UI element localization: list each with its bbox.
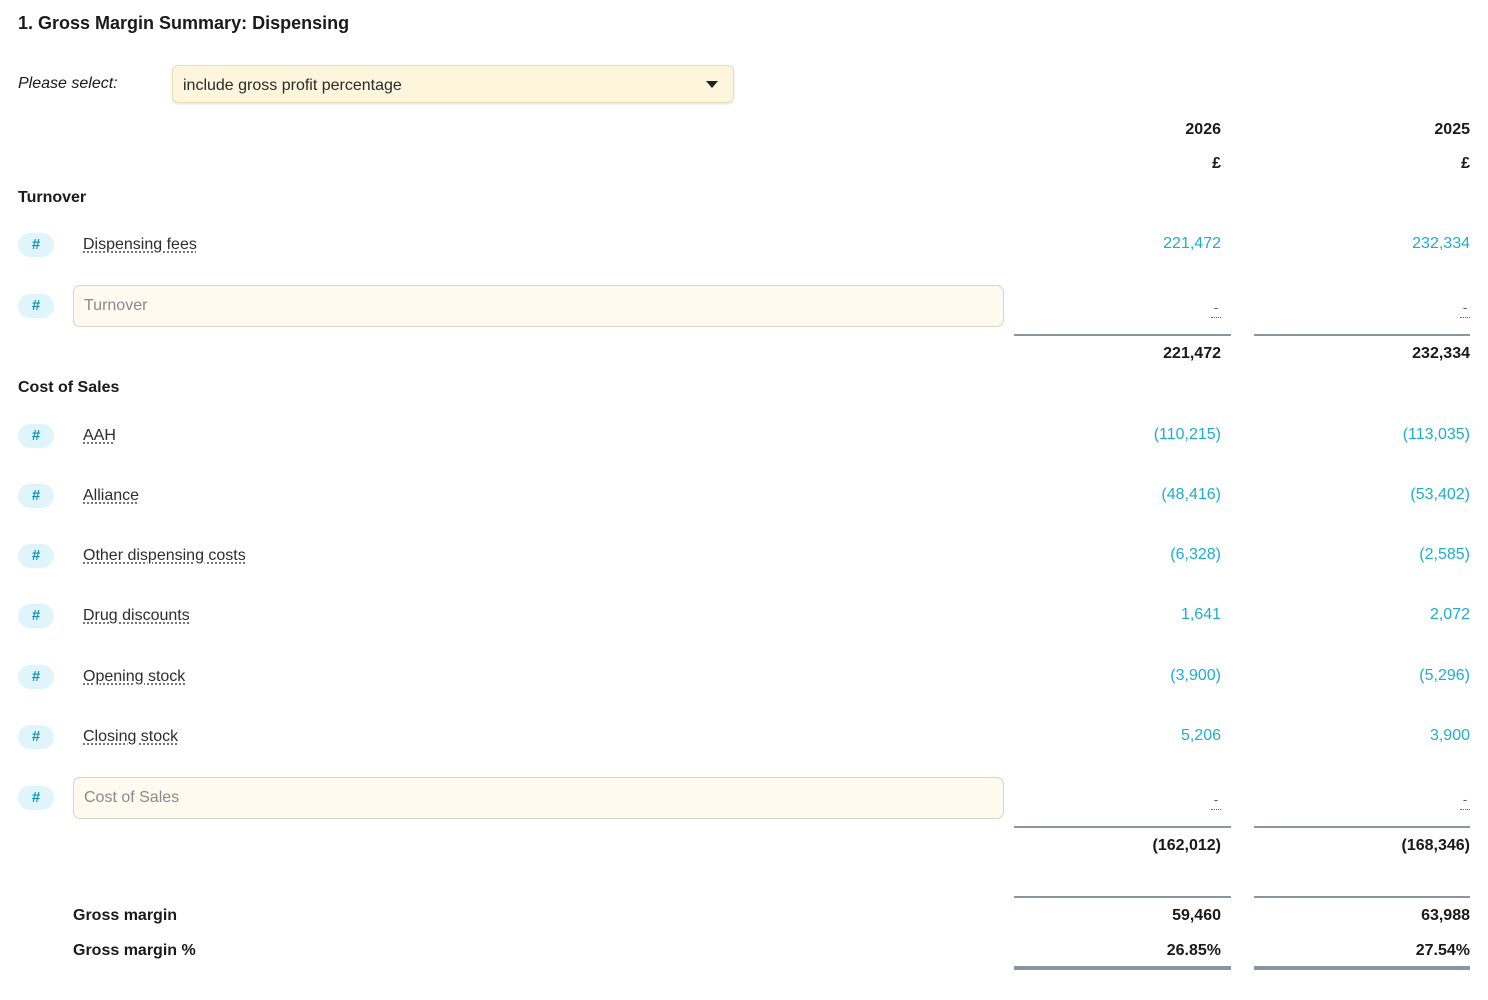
column-year-2026: 2026: [1185, 121, 1221, 138]
cost-of-sales-total-2025: (168,346): [1401, 837, 1471, 854]
cost-of-sales-note-input[interactable]: [73, 777, 1004, 819]
column-year-2025: 2025: [1434, 121, 1470, 138]
blank-value-2026[interactable]: -: [1081, 299, 1221, 318]
value-2026[interactable]: 221,472: [1081, 233, 1221, 255]
value-2026[interactable]: (110,215): [1081, 424, 1221, 446]
subtotal-rule: [1014, 334, 1231, 336]
row-label-dispensing-fees[interactable]: Dispensing fees: [83, 234, 197, 256]
turnover-note-field[interactable]: [74, 286, 1003, 326]
display-option-select[interactable]: include gross profit percentage: [172, 65, 734, 103]
value-2026[interactable]: 5,206: [1081, 725, 1221, 747]
hash-icon[interactable]: #: [18, 544, 54, 568]
value-2026[interactable]: (3,900): [1081, 665, 1221, 687]
column-unit-2025: £: [1461, 155, 1470, 172]
section-heading-turnover: Turnover: [18, 189, 87, 206]
gross-margin-percent-2025: 27.54%: [1415, 942, 1470, 959]
value-2025[interactable]: (5,296): [1330, 665, 1470, 687]
subtotal-rule: [1254, 334, 1470, 336]
hash-icon[interactable]: #: [18, 233, 54, 257]
blank-value-2025[interactable]: -: [1330, 791, 1470, 810]
select-value: include gross profit percentage: [183, 77, 402, 94]
value-2026[interactable]: 1,641: [1081, 604, 1221, 626]
section-heading-cost-of-sales: Cost of Sales: [18, 379, 120, 396]
hash-icon[interactable]: #: [18, 294, 54, 318]
row-label-opening-stock[interactable]: Opening stock: [83, 666, 185, 688]
row-label-closing-stock[interactable]: Closing stock: [83, 726, 178, 748]
turnover-note-input[interactable]: [73, 285, 1004, 327]
turnover-total-2025: 232,334: [1412, 345, 1470, 362]
value-2026[interactable]: (6,328): [1081, 544, 1221, 566]
value-2025[interactable]: (53,402): [1330, 484, 1470, 506]
select-label: Please select:: [18, 75, 118, 92]
subtotal-rule: [1254, 826, 1470, 828]
hash-icon[interactable]: #: [18, 424, 54, 448]
row-label-alliance[interactable]: Alliance: [83, 485, 139, 507]
gross-margin-percent-label: Gross margin %: [73, 942, 196, 959]
gross-margin-2025: 63,988: [1421, 907, 1470, 924]
value-2025[interactable]: 2,072: [1330, 604, 1470, 626]
caret-down-icon: [706, 81, 718, 88]
cost-of-sales-note-field[interactable]: [74, 778, 1003, 818]
hash-icon[interactable]: #: [18, 604, 54, 628]
hash-icon[interactable]: #: [18, 665, 54, 689]
column-unit-2026: £: [1212, 155, 1221, 172]
row-label-other-dispensing-costs[interactable]: Other dispensing costs: [83, 545, 246, 567]
value-2025[interactable]: 3,900: [1330, 725, 1470, 747]
turnover-total-2026: 221,472: [1163, 345, 1221, 362]
gross-margin-2026: 59,460: [1172, 907, 1221, 924]
blank-value-2025[interactable]: -: [1330, 299, 1470, 318]
value-2025[interactable]: (113,035): [1330, 424, 1470, 446]
row-label-drug-discounts[interactable]: Drug discounts: [83, 605, 190, 627]
final-double-rule: [1014, 966, 1231, 970]
summary-rule: [1254, 896, 1470, 898]
hash-icon[interactable]: #: [18, 786, 54, 810]
value-2026[interactable]: (48,416): [1081, 484, 1221, 506]
value-2025[interactable]: (2,585): [1330, 544, 1470, 566]
blank-value-2026[interactable]: -: [1081, 791, 1221, 810]
summary-rule: [1014, 896, 1231, 898]
gross-margin-percent-2026: 26.85%: [1166, 942, 1221, 959]
subtotal-rule: [1014, 826, 1231, 828]
page-title: 1. Gross Margin Summary: Dispensing: [18, 13, 350, 33]
value-2025[interactable]: 232,334: [1330, 233, 1470, 255]
gross-margin-label: Gross margin: [73, 907, 178, 924]
row-label-aah[interactable]: AAH: [83, 425, 116, 447]
final-double-rule: [1254, 966, 1470, 970]
cost-of-sales-total-2026: (162,012): [1152, 837, 1222, 854]
hash-icon[interactable]: #: [18, 484, 54, 508]
hash-icon[interactable]: #: [18, 725, 54, 749]
